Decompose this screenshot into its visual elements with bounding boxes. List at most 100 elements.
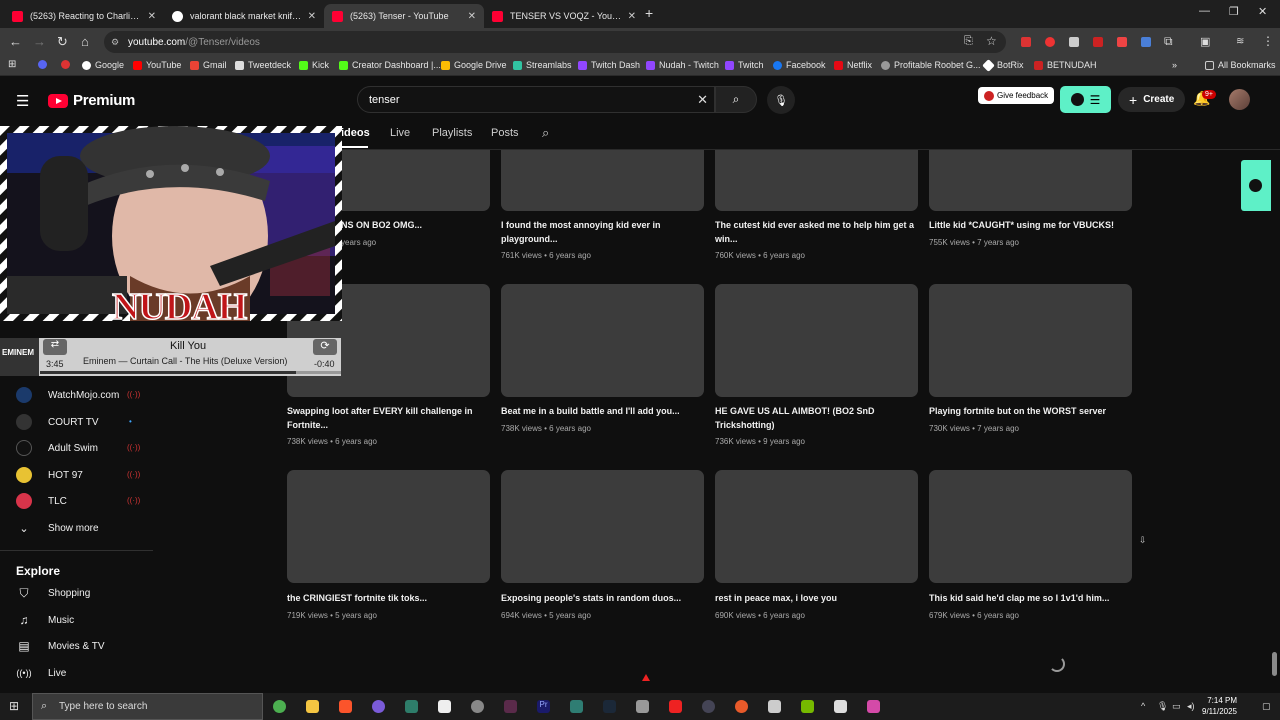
bookmark-discord[interactable] [38,60,51,69]
address-bar[interactable]: ⚙ youtube.com/@Tenser/videos [104,31,1006,53]
minimize-icon[interactable]: — [1199,5,1210,17]
video-thumbnail[interactable] [929,470,1132,583]
video-title[interactable]: HE GAVE US ALL AIMBOT! (BO2 SnD Tricksho… [715,404,915,432]
home-icon[interactable]: ⌂ [81,34,89,49]
bookmark-twitch-dash[interactable]: Twitch Dash [578,60,640,70]
extension-icon[interactable] [1045,37,1055,47]
windows-start-icon[interactable]: ⊞ [9,699,19,713]
video-title[interactable]: the CRINGIEST fortnite tik toks... [287,591,487,605]
tab-playlists[interactable]: Playlists [432,127,472,139]
side-widget-button[interactable] [1241,160,1271,211]
extension-icon[interactable] [1069,37,1079,47]
app-icon[interactable] [504,700,517,713]
clear-search-icon[interactable]: ✕ [697,92,708,108]
notification-center-icon[interactable]: ▢ [1262,701,1271,712]
video-title[interactable]: I found the most annoying kid ever in pl… [501,218,701,246]
premiere-icon[interactable]: Pr [537,700,550,713]
bookmark-roobet[interactable]: Profitable Roobet G... [881,60,981,70]
apps-grid-icon[interactable]: ⊞ [8,59,16,70]
install-app-icon[interactable]: ⎘ [964,35,973,48]
steam-icon[interactable] [603,700,616,713]
video-title[interactable]: Swapping loot after EVERY kill challenge… [287,404,487,432]
extension-widget-button[interactable]: ☰ [1060,86,1111,113]
app-icon[interactable] [372,700,385,713]
video-title[interactable]: Beat me in a build battle and I'll add y… [501,404,701,418]
app-icon[interactable] [405,700,418,713]
video-thumbnail[interactable] [287,470,490,583]
show-hidden-icons-icon[interactable]: ^ [1141,701,1145,711]
network-icon[interactable]: ▭ [1172,701,1181,712]
show-more-button[interactable]: ⌄ Show more [16,518,98,538]
forward-icon[interactable]: → [33,34,46,49]
brave-icon[interactable] [339,700,352,713]
bookmark-twitch[interactable]: Twitch [725,60,764,70]
sidebar-item-watchmojo[interactable]: WatchMojo.com [16,385,119,405]
video-title[interactable]: This kid said he'd clap me so I 1v1'd hi… [929,591,1129,605]
video-title[interactable]: Little kid *CAUGHT* using me for VBUCKS! [929,218,1129,232]
video-thumbnail[interactable] [929,150,1132,211]
reload-icon[interactable]: ↻ [57,34,68,50]
video-title[interactable]: rest in peace max, i love you [715,591,915,605]
youtube-logo[interactable]: Premium [48,92,135,109]
close-tab-icon[interactable]: ✕ [308,11,316,22]
app-icon[interactable] [768,700,781,713]
file-explorer-icon[interactable] [306,700,319,713]
app-icon[interactable] [471,700,484,713]
repeat-icon[interactable]: ⟳ [313,339,337,355]
app-icon[interactable] [636,700,649,713]
sidebar-item-shopping[interactable]: ⛉ Shopping [16,583,90,603]
voice-search-button[interactable]: 🎙 [767,86,795,114]
restore-icon[interactable]: ❐ [1229,5,1239,18]
all-bookmarks[interactable]: All Bookmarks [1205,60,1276,70]
bookmark-nudah-twitch[interactable]: Nudah - Twitch [646,60,719,70]
bookmark-kick[interactable]: Kick [299,60,329,70]
tab-posts[interactable]: Posts [491,127,519,139]
bookmark-botrix[interactable]: BotRix [982,58,1024,72]
video-thumbnail[interactable] [501,470,704,583]
profile-icon[interactable]: ≋ [1236,36,1244,47]
video-thumbnail[interactable] [501,150,704,211]
app-icon[interactable] [669,700,682,713]
microphone-icon[interactable]: 🎙 [1157,701,1168,712]
clock[interactable]: 7:14 PM 9/11/2025 [1202,695,1237,717]
app-icon[interactable] [735,700,748,713]
extension-icon[interactable] [1093,37,1103,47]
close-tab-icon[interactable]: ✕ [468,11,476,22]
sidebar-item-movies-tv[interactable]: ▤ Movies & TV [16,636,104,656]
hamburger-menu-icon[interactable]: ☰ [16,92,29,110]
search-input[interactable]: tenser ✕ [357,86,715,113]
app-icon[interactable] [702,700,715,713]
browser-tab[interactable]: TENSER VS VOQZ - YouTube ✕ [484,4,644,28]
video-thumbnail[interactable] [929,284,1132,397]
sidebar-item-adult-swim[interactable]: Adult Swim [16,438,98,458]
bookmark-streamlabs[interactable]: Streamlabs [513,60,572,70]
browser-tab-active[interactable]: (5263) Tenser - YouTube ✕ [324,4,484,28]
shuffle-icon[interactable]: ⇄ [43,339,67,355]
chrome-icon[interactable] [273,700,286,713]
tab-videos[interactable]: ideos [341,127,370,139]
new-tab-button[interactable]: + [645,5,653,21]
close-tab-icon[interactable]: ✕ [148,11,156,22]
video-title[interactable]: Playing fortnite but on the WORST server [929,404,1129,418]
extension-icon[interactable] [1141,37,1151,47]
sidebar-item-music[interactable]: ♫ Music [16,610,75,630]
create-button[interactable]: + Create [1118,87,1186,112]
sidebar-item-live[interactable]: ((•)) Live [16,663,66,683]
app-icon[interactable] [867,700,880,713]
taskbar-search-input[interactable]: ⌕ Type here to search [32,693,263,720]
search-button[interactable]: ⌕ [715,86,757,113]
video-thumbnail[interactable] [715,470,918,583]
bookmark-creator-dashboard[interactable]: Creator Dashboard |... [339,60,441,70]
bookmark-google[interactable]: Google [82,60,124,70]
extension-icon[interactable] [1021,37,1031,47]
volume-icon[interactable]: ◂) [1187,701,1195,712]
nvidia-icon[interactable] [801,700,814,713]
browser-tab[interactable]: (5263) Reacting to Charlie Kirk ✕ [4,4,164,28]
give-feedback-button[interactable]: Give feedback [978,87,1055,104]
bookmark-star-icon[interactable]: ☆ [986,34,997,48]
scrollbar-thumb[interactable] [1272,652,1277,676]
site-info-icon[interactable]: ⚙ [111,37,119,48]
back-icon[interactable]: ← [9,34,22,49]
channel-search-icon[interactable]: ⌕ [542,125,549,141]
side-panel-icon[interactable]: ▣ [1200,35,1210,48]
